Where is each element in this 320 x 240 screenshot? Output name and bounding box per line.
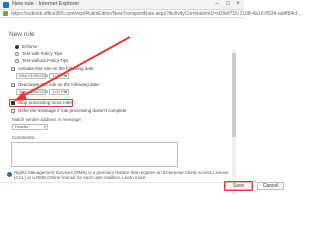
defer-checkbox[interactable] bbox=[11, 108, 15, 113]
chevron-down-icon[interactable]: ▾ bbox=[44, 125, 46, 129]
radio-test-without-tips[interactable]: Test without Policy Tips bbox=[15, 58, 69, 63]
activate-time-field[interactable]: 1:00 PM ▾ bbox=[49, 73, 69, 79]
lock-icon bbox=[3, 11, 8, 16]
radio-test-with-tips[interactable]: Test with Policy Tips bbox=[15, 51, 62, 56]
deactivate-time-field[interactable]: 1:00 PM ▾ bbox=[49, 89, 69, 95]
deactivate-label: Deactivate this rule on the following da… bbox=[18, 82, 101, 87]
maximize-icon[interactable]: □ bbox=[224, 1, 232, 8]
scrollbar-thumb[interactable] bbox=[232, 53, 236, 137]
chevron-down-icon[interactable]: ▾ bbox=[65, 74, 67, 78]
defer-row[interactable]: Defer the message if rule processing doe… bbox=[11, 108, 126, 113]
match-sender-value: Header bbox=[15, 124, 29, 129]
radio-label: Test without Policy Tips bbox=[22, 58, 69, 63]
radio-label: Test with Policy Tips bbox=[22, 51, 63, 56]
footer-divider bbox=[0, 182, 244, 183]
radio-label: Enforce bbox=[22, 44, 38, 49]
chevron-down-icon[interactable]: ▾ bbox=[65, 90, 67, 94]
radio-enforce[interactable]: Enforce bbox=[15, 44, 38, 49]
url-text[interactable]: https://outlook.office365.com/ecp/RulesE… bbox=[11, 11, 301, 17]
page-title: New rule bbox=[9, 31, 35, 38]
deactivate-date-value: Wed 01/05/2015 bbox=[19, 89, 49, 94]
activate-checkbox[interactable] bbox=[11, 66, 15, 71]
title-bar: New rule - Internet Explorer – □ × bbox=[0, 0, 244, 10]
match-sender-label: Match sender address in message: bbox=[12, 117, 83, 122]
activate-date-field[interactable]: Wed 01/05/2015 bbox=[16, 73, 49, 79]
info-icon bbox=[7, 172, 12, 177]
highlight-save bbox=[224, 181, 253, 191]
activate-date-value: Wed 01/05/2015 bbox=[19, 73, 49, 78]
ie-icon bbox=[3, 2, 9, 8]
cancel-button[interactable]: Cancel bbox=[257, 182, 284, 190]
deactivate-date-field[interactable]: Wed 01/05/2015 bbox=[16, 89, 49, 95]
radio-button[interactable] bbox=[15, 44, 19, 49]
comments-textarea[interactable] bbox=[11, 142, 178, 167]
window-title: New rule - Internet Explorer bbox=[12, 1, 80, 7]
deactivate-checkbox[interactable] bbox=[11, 82, 15, 87]
activate-checkbox-row[interactable]: Activate this rule on the following date… bbox=[11, 66, 95, 71]
deactivate-checkbox-row[interactable]: Deactivate this rule on the following da… bbox=[11, 82, 100, 87]
comments-label: Comments: bbox=[12, 135, 36, 140]
activate-label: Activate this rule on the following date… bbox=[18, 66, 95, 71]
minimize-icon[interactable]: – bbox=[213, 1, 221, 8]
defer-label: Defer the message if rule processing doe… bbox=[18, 108, 127, 113]
match-sender-select[interactable]: Header ▾ bbox=[12, 124, 48, 130]
rule-editor-panel: New rule Enforce Test with Policy Tips T… bbox=[2, 20, 238, 207]
highlight-stop-processing bbox=[9, 99, 73, 107]
radio-button[interactable] bbox=[15, 58, 19, 63]
address-bar[interactable]: https://outlook.office365.com/ecp/RulesE… bbox=[0, 10, 301, 18]
rms-info-text: Rights Management Services (RMS) is a pr… bbox=[14, 170, 229, 180]
radio-button[interactable] bbox=[15, 51, 19, 56]
close-icon[interactable]: × bbox=[234, 1, 242, 8]
